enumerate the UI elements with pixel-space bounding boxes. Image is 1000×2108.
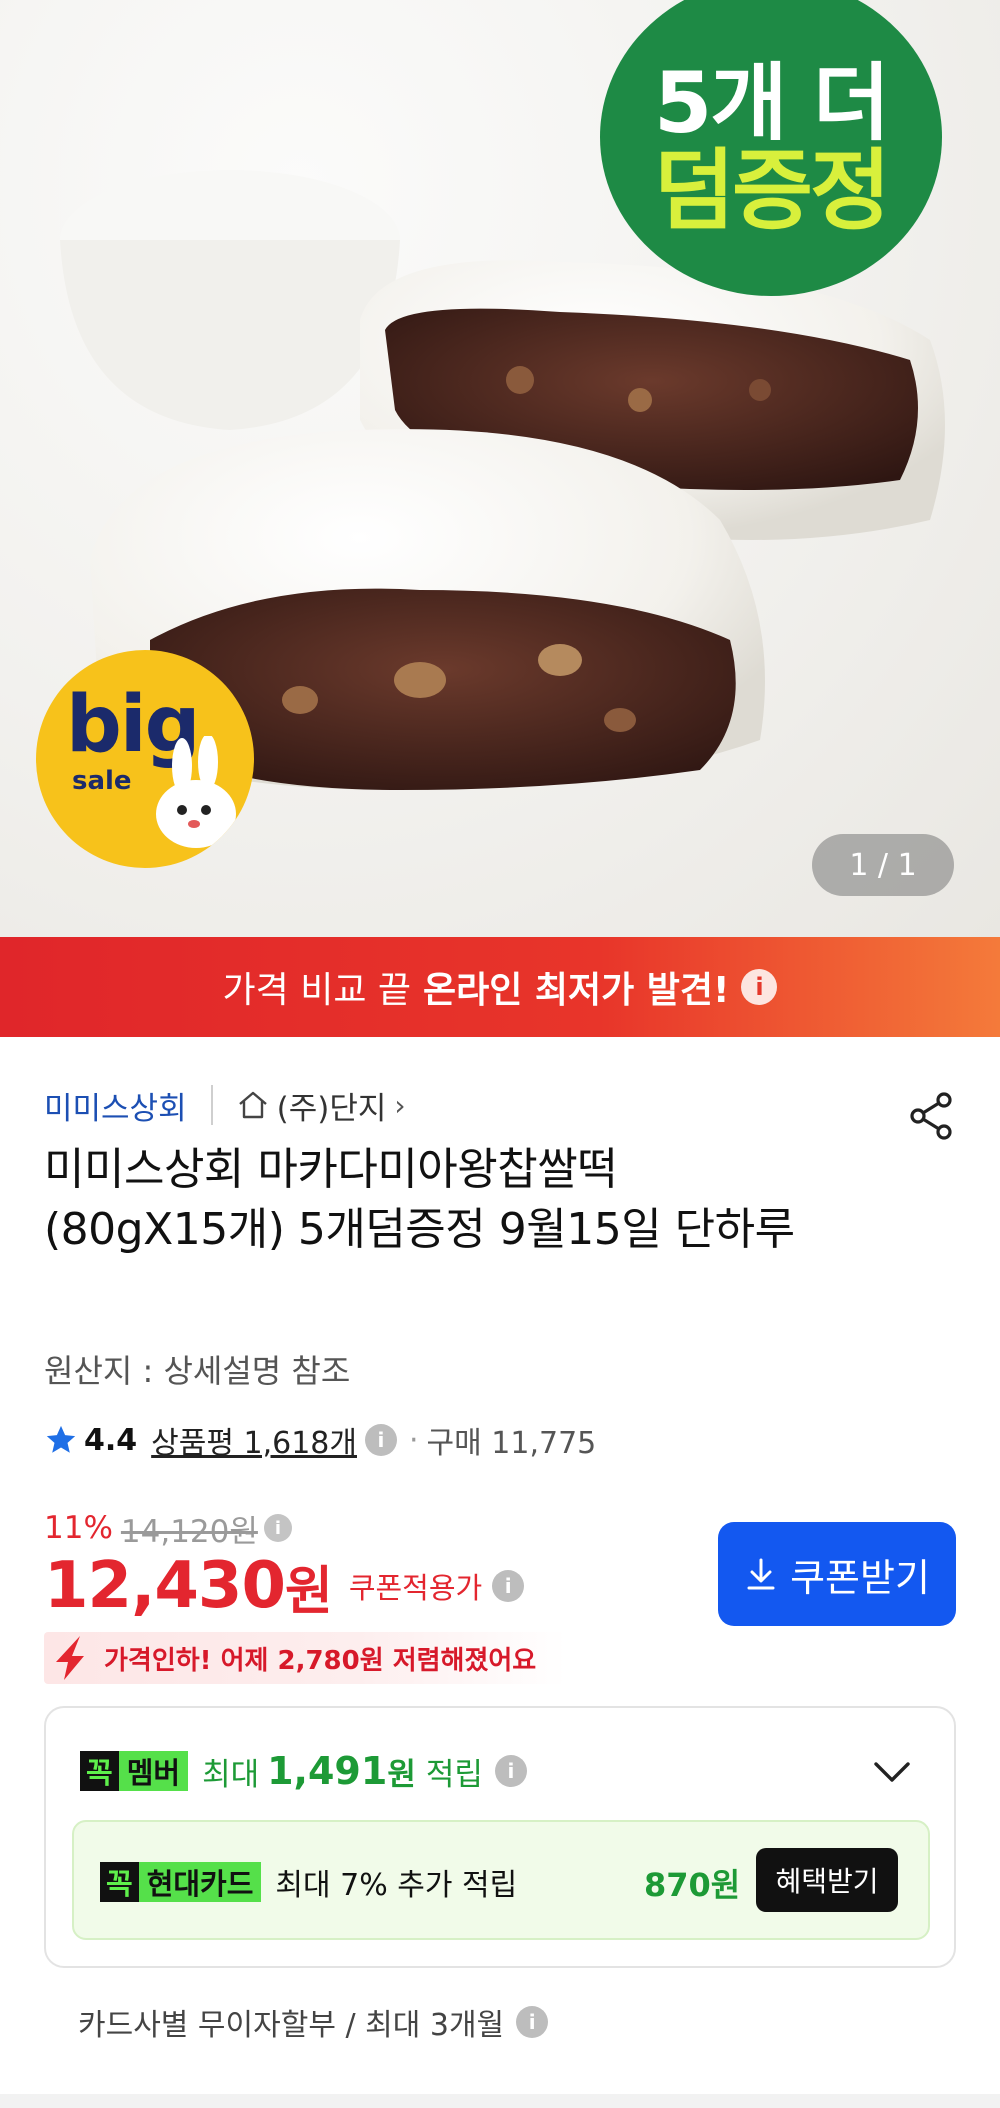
card-benefit-box: 꼭 현대카드 최대 7% 추가 적립 870원 혜택받기: [72, 1820, 930, 1940]
share-icon[interactable]: [906, 1090, 958, 1142]
price-unit: 원: [284, 1561, 333, 1622]
banner-prefix: 가격 비교 끝: [222, 970, 412, 1011]
seller-link[interactable]: 미미스상회: [44, 1083, 187, 1128]
member-tag: 꼭 멤버: [80, 1751, 189, 1791]
info-icon[interactable]: i: [494, 1755, 527, 1787]
download-icon: [747, 1558, 775, 1590]
lowest-price-banner[interactable]: 가격 비교 끝 온라인 최저가 발견! i: [0, 937, 1000, 1037]
section-divider: [0, 2094, 1000, 2108]
reviews-link[interactable]: 상품평 1,618개: [151, 1418, 357, 1462]
get-coupon-label: 쿠폰받기: [790, 1555, 930, 1600]
product-image-carousel[interactable]: 5개 더 덤증정 big sale 1 / 1: [0, 0, 1000, 937]
bunny-icon: [156, 736, 236, 848]
info-icon[interactable]: i: [364, 1424, 397, 1456]
card-tag: 꼭 현대카드: [100, 1862, 262, 1902]
discount-percent: 11%: [44, 1510, 113, 1546]
installment-row[interactable]: 카드사별 무이자할부 / 최대 3개월 i: [78, 2000, 549, 2044]
card-tag-mark: 꼭: [100, 1862, 139, 1902]
store-link[interactable]: (주)단지 ›: [237, 1083, 406, 1128]
bonus-badge-line1: 5개 더: [653, 53, 890, 152]
bonus-badge-line2: 덤증정: [654, 138, 891, 242]
seller-row: 미미스상회 (주)단지 ›: [44, 1082, 406, 1128]
star-icon: [46, 1425, 76, 1453]
info-icon[interactable]: i: [741, 969, 778, 1005]
price-drop-notice: 가격인하! 어제 2,780원 저렴해졌어요: [44, 1632, 567, 1684]
card-tag-label: 현대카드: [146, 1867, 254, 1901]
installment-text: 카드사별 무이자할부 / 최대 3개월: [78, 2008, 505, 2043]
member-amount: 1,491: [267, 1749, 388, 1793]
price-drop-text: 가격인하! 어제 2,780원 저렴해졌어요: [104, 1645, 537, 1676]
banner-highlight: 온라인 최저가 발견!: [423, 970, 730, 1011]
carousel-pager: 1 / 1: [812, 834, 954, 896]
discount-row: 11% 14,120원 i: [44, 1508, 292, 1550]
member-tag-mark: 꼭: [80, 1751, 119, 1791]
benefit-card: 꼭 멤버 최대 1,491 원 적립 i 꼭 현대카드 최대 7% 추가 적립 …: [44, 1706, 956, 1968]
price-row: 12,430 원 쿠폰적용가 i: [44, 1549, 525, 1623]
info-icon[interactable]: i: [263, 1514, 292, 1542]
purchase-count: 구매 11,775: [426, 1426, 597, 1461]
home-icon: [238, 1091, 267, 1119]
divider: [210, 1085, 213, 1125]
sale-price: 12,430: [44, 1549, 286, 1623]
member-prefix: 최대: [202, 1756, 260, 1793]
original-price: 14,120원: [120, 1513, 258, 1550]
info-icon[interactable]: i: [492, 1570, 525, 1602]
separator-dot: ·: [408, 1422, 419, 1458]
big-sale-badge: big sale: [36, 650, 254, 868]
sale-text: sale: [72, 766, 132, 796]
coupon-price-label: 쿠폰적용가: [348, 1571, 483, 1605]
rating-score: 4.4: [84, 1422, 138, 1458]
price-drop-arrow-icon: [56, 1636, 84, 1680]
member-benefit-row[interactable]: 꼭 멤버 최대 1,491 원 적립 i: [80, 1746, 527, 1796]
store-name: (주)단지: [276, 1090, 387, 1127]
get-coupon-button[interactable]: 쿠폰받기: [718, 1522, 956, 1626]
get-benefit-button[interactable]: 혜택받기: [756, 1848, 898, 1912]
rating-row: 4.4 상품평 1,618개 i · 구매 11,775: [44, 1418, 596, 1462]
chevron-right-icon: ›: [394, 1088, 406, 1122]
card-benefit-row: 꼭 현대카드 최대 7% 추가 적립: [100, 1858, 517, 1906]
card-benefit-amount: 870원: [644, 1866, 741, 1904]
member-won: 원: [387, 1756, 416, 1793]
chevron-down-icon[interactable]: [872, 1758, 912, 1786]
member-suffix: 적립: [425, 1756, 483, 1793]
card-benefit-desc: 최대 7% 추가 적립: [275, 1868, 518, 1903]
member-tag-label: 멤버: [126, 1756, 181, 1790]
product-detail-page: 5개 더 덤증정 big sale 1 / 1 가격 비교 끝 온라인 최저가 …: [0, 0, 1000, 2108]
origin-text: 원산지 : 상세설명 참조: [44, 1352, 351, 1390]
product-title: 미미스상회 마카다미아왕찹쌀떡 (80gX15개) 5개덤증정 9월15일 단하…: [44, 1144, 795, 1255]
info-icon[interactable]: i: [516, 2006, 549, 2038]
